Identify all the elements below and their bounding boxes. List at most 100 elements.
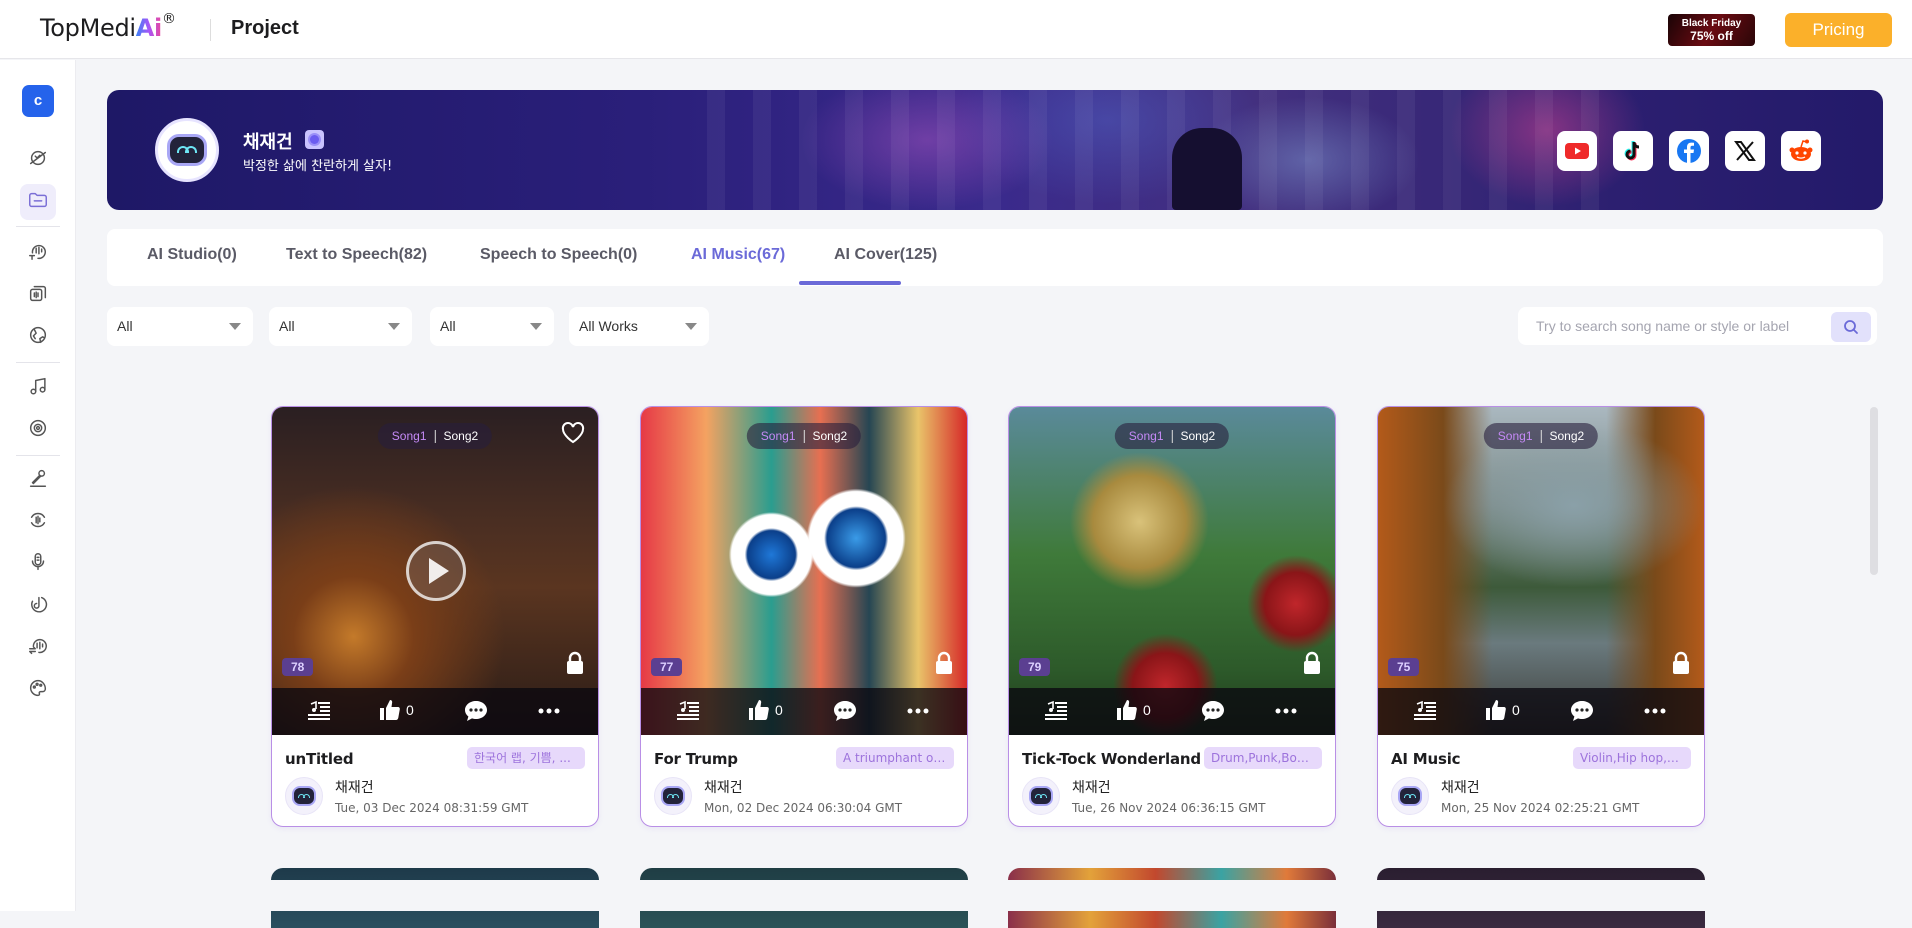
header-divider [210,19,211,41]
sidebar-divider [16,455,60,456]
filter-dropdown-works[interactable]: All Works [569,307,709,346]
filter-dropdown-3[interactable]: All [430,307,554,346]
sidebar-item-vocal-remover[interactable] [20,546,56,582]
thumbs-up-icon [1117,700,1137,720]
logo[interactable]: TopMediAi® [40,11,176,42]
song-title[interactable]: unTitled [285,750,354,768]
creator-avatar[interactable] [654,777,692,815]
song-title[interactable]: AI Music [1391,750,1461,768]
tab-text-to-speech[interactable]: Text to Speech(82) [286,246,427,264]
black-friday-promo-banner[interactable]: Black Friday 75% off [1668,14,1755,46]
comment-button[interactable] [833,700,857,722]
lyrics-button[interactable] [677,700,699,720]
more-options-button[interactable] [538,708,560,714]
caret-down-icon [530,323,542,330]
lock-icon[interactable] [1671,651,1691,675]
song2-toggle[interactable]: Song2 [1550,429,1585,443]
creator-name: 채재건 [335,780,374,796]
sidebar-item-ai-studio[interactable] [20,142,56,178]
scrollbar[interactable] [1870,407,1878,575]
robot-avatar-icon [1398,786,1422,806]
search-input[interactable] [1536,307,1836,345]
lyrics-icon [308,700,330,720]
song2-toggle[interactable]: Song2 [813,429,848,443]
sidebar-item-voice-library[interactable] [20,277,56,313]
comment-button[interactable] [1201,700,1225,722]
comment-button[interactable] [464,700,488,722]
comment-icon [1571,701,1593,721]
song-card[interactable]: Song1 Song2 77 0 For Trump A triumphant or...… [640,406,968,827]
reddit-button[interactable] [1781,131,1821,171]
lock-icon[interactable] [934,651,954,675]
settings-badge[interactable] [305,130,324,149]
creator-avatar[interactable] [1391,777,1429,815]
more-options-button[interactable] [907,708,929,714]
play-button[interactable] [406,541,466,601]
sidebar-item-speech-to-speech[interactable] [20,630,56,666]
x-button[interactable] [1725,131,1765,171]
filter-dropdown-2[interactable]: All [269,307,412,346]
song-card[interactable]: Song1 Song2 79 0 Tick-Tock Wonderland Drum,Pu… [1008,406,1336,827]
more-options-button[interactable] [1275,708,1297,714]
cover-art[interactable] [1378,407,1704,735]
sidebar-item-text-to-speech[interactable] [20,235,56,271]
lock-icon[interactable] [1302,651,1322,675]
sidebar-item-image-generator[interactable] [20,672,56,708]
tab-speech-to-speech[interactable]: Speech to Speech(0) [480,246,637,264]
sidebar-item-tiktok-voice[interactable] [20,588,56,624]
favorite-button[interactable] [560,421,586,450]
robot-avatar-icon [167,134,207,166]
song-card[interactable]: Song1 Song2 75 0 AI Music Violin,Hip hop,A...… [1377,406,1705,827]
page-title: Project [231,17,299,39]
microphone-icon [27,467,49,494]
sidebar-item-translate[interactable] [20,319,56,355]
song1-toggle[interactable]: Song1 [1498,429,1533,443]
sidebar-divider [16,362,60,363]
youtube-button[interactable] [1557,131,1597,171]
ai-studio-icon [27,147,49,174]
tab-ai-cover[interactable]: AI Cover(125) [834,246,937,264]
search-button[interactable] [1831,312,1871,342]
tab-ai-music[interactable]: AI Music(67) [691,246,785,264]
like-button[interactable]: 0 [1486,700,1520,720]
sidebar-item-projects[interactable] [20,184,56,220]
cover-art[interactable] [641,407,967,735]
song1-toggle[interactable]: Song1 [1129,429,1164,443]
tiktok-button[interactable] [1613,131,1653,171]
lyrics-button[interactable] [1045,700,1067,720]
sidebar-item-karaoke[interactable] [20,462,56,498]
song1-toggle[interactable]: Song1 [761,429,796,443]
like-button[interactable]: 0 [1117,700,1151,720]
creator-avatar[interactable] [285,777,323,815]
facebook-button[interactable] [1669,131,1709,171]
more-options-button[interactable] [1644,708,1666,714]
song2-toggle[interactable]: Song2 [1181,429,1216,443]
lyrics-button[interactable] [1414,700,1436,720]
lock-icon[interactable] [565,651,585,675]
style-tag: Drum,Punk,Boun... [1204,747,1322,769]
lyrics-button[interactable] [308,700,330,720]
comment-button[interactable] [1570,700,1594,722]
sidebar-item-ai-cover[interactable] [20,412,56,448]
search-box [1518,307,1877,345]
song-title[interactable]: Tick-Tock Wonderland [1022,750,1201,768]
disc-icon [27,417,49,444]
sidebar-item-voice-changer[interactable] [20,504,56,540]
robot-avatar-icon [292,786,316,806]
creator-avatar[interactable] [1022,777,1060,815]
user-avatar-button[interactable]: c [22,85,54,117]
song-card[interactable]: Song1 Song2 78 0 unTitled 한국어 랩, 기쁨, ... 채재건 Tu… [271,406,599,827]
filter-dropdown-1[interactable]: All [107,307,253,346]
like-button[interactable]: 0 [380,700,414,720]
tab-ai-studio[interactable]: AI Studio(0) [147,246,237,264]
profile-motto: 박정한 삶에 찬란하게 살자! [243,159,393,174]
song-title[interactable]: For Trump [654,750,738,768]
like-button[interactable]: 0 [749,700,783,720]
song1-toggle[interactable]: Song1 [392,429,427,443]
sidebar-item-ai-music[interactable] [20,370,56,406]
profile-avatar[interactable] [155,118,219,182]
pricing-button[interactable]: Pricing [1785,13,1892,47]
cover-art[interactable] [1009,407,1335,735]
registered-mark: ® [161,11,176,27]
song2-toggle[interactable]: Song2 [444,429,479,443]
